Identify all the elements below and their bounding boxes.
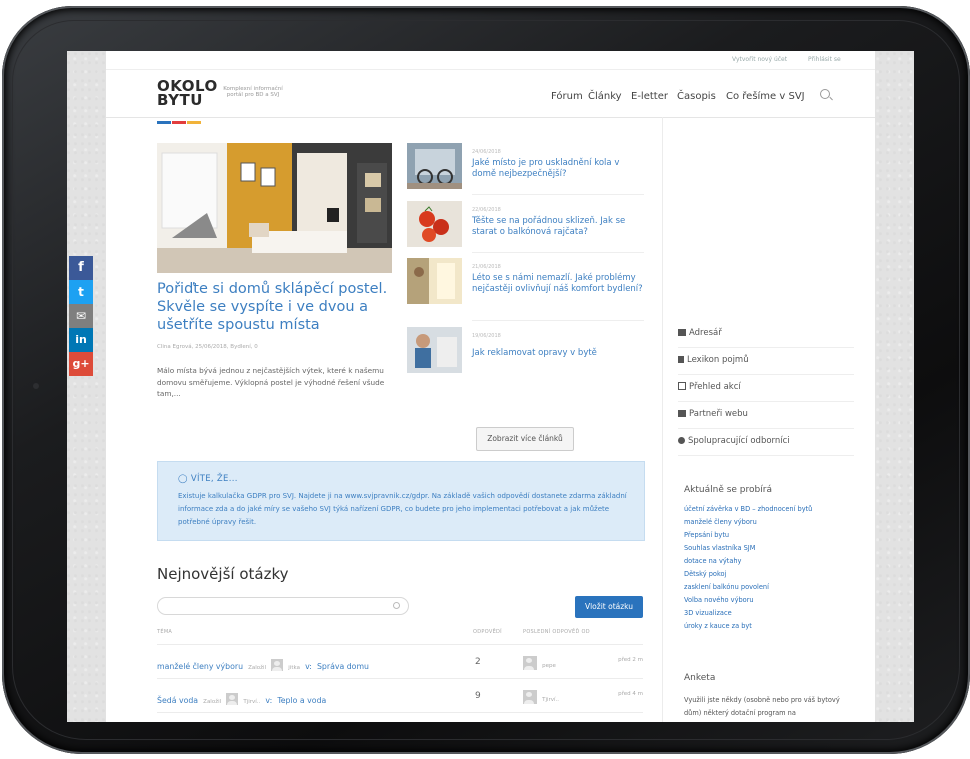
logo-stripes bbox=[157, 109, 205, 124]
email-icon[interactable]: ✉ bbox=[69, 304, 93, 328]
tablet-camera bbox=[33, 383, 39, 389]
featured-meta: Clina Egrová, 25/06/2018, Bydlení, 0 bbox=[157, 344, 258, 350]
nav-articles[interactable]: Články bbox=[588, 91, 622, 102]
check-circle-icon bbox=[678, 437, 685, 444]
trending-link[interactable]: Dětský pokoj bbox=[684, 568, 726, 580]
did-you-know-box: ◯ VÍTE, ŽE... Existuje kalkulačka GDPR p… bbox=[157, 461, 645, 541]
trending-link[interactable]: Souhlas vlastníka SJM bbox=[684, 542, 755, 554]
article-thumbnail bbox=[407, 143, 462, 189]
site-header: OKOLO BYTU Komplexní informační portál p… bbox=[106, 69, 875, 124]
answers-count: 2 bbox=[475, 657, 481, 667]
book-icon bbox=[678, 329, 686, 336]
featured-excerpt: Málo místa bývá jednou z nejčastějších v… bbox=[157, 366, 385, 398]
trending-link[interactable]: účetní závěrka v BD – zhodnocení bytů bbox=[684, 503, 812, 515]
avatar bbox=[226, 692, 239, 705]
question-topic[interactable]: manželé členy výboru bbox=[157, 662, 243, 671]
question-forum[interactable]: Teplo a voda bbox=[277, 696, 326, 705]
briefcase-icon bbox=[678, 410, 686, 417]
nav-eletter[interactable]: E-letter bbox=[631, 91, 668, 102]
poll-title: Anketa bbox=[684, 673, 716, 683]
questions-search-input[interactable] bbox=[157, 597, 409, 615]
sidebar-item-events[interactable]: Přehled akcí bbox=[678, 374, 854, 402]
search-icon bbox=[393, 602, 400, 609]
article-date: 24/06/2018 bbox=[472, 149, 501, 155]
article-date: 22/06/2018 bbox=[472, 207, 501, 213]
poll-question: Využili jste někdy (osobně nebo pro váš … bbox=[684, 696, 840, 717]
linkedin-icon[interactable]: in bbox=[69, 328, 93, 352]
more-articles-button[interactable]: Zobrazit více článků bbox=[476, 427, 574, 451]
article-title[interactable]: Jak reklamovat opravy v bytě bbox=[472, 348, 644, 359]
question-forum[interactable]: Správa domu bbox=[317, 662, 369, 671]
avatar bbox=[271, 658, 284, 671]
googleplus-icon[interactable]: g+ bbox=[69, 352, 93, 376]
top-bar: Vytvořit nový účet Přihlásit se bbox=[106, 51, 875, 70]
web-page: Vytvořit nový účet Přihlásit se OKOLO BY… bbox=[106, 51, 875, 722]
sidebar-item-experts[interactable]: Spolupracující odborníci bbox=[678, 428, 854, 456]
article-title[interactable]: Těšte se na pořádnou sklizeň. Jak se sta… bbox=[472, 216, 644, 238]
trending-link[interactable]: Volba nového výboru bbox=[684, 594, 754, 606]
sidebar-item-partners[interactable]: Partneři webu bbox=[678, 401, 854, 429]
trending-link[interactable]: zasklení balkónu povolení bbox=[684, 581, 769, 593]
search-icon[interactable] bbox=[820, 89, 830, 99]
answers-count: 9 bbox=[475, 691, 481, 701]
article-thumbnail bbox=[407, 258, 462, 304]
avatar bbox=[523, 689, 537, 704]
column-answers: ODPOVĚDÍ bbox=[473, 629, 502, 635]
nav-forum[interactable]: Fórum bbox=[551, 91, 583, 102]
questions-title: Nejnovější otázky bbox=[157, 565, 289, 583]
column-topic: TÉMA bbox=[157, 629, 173, 635]
bookmark-icon bbox=[678, 356, 684, 363]
sidebar-item-glossary[interactable]: Lexikon pojmů bbox=[678, 347, 854, 375]
question-topic[interactable]: Šedá voda bbox=[157, 696, 198, 705]
nav-magazine[interactable]: Časopis bbox=[677, 91, 716, 102]
trending-link[interactable]: úroky z kauce za byt bbox=[684, 620, 752, 632]
login-link[interactable]: Přihlásit se bbox=[808, 56, 841, 63]
article-date: 19/06/2018 bbox=[472, 333, 501, 339]
tablet-screen: f t ✉ in g+ Vytvořit nový účet Přihlásit… bbox=[67, 51, 914, 722]
twitter-icon[interactable]: t bbox=[69, 280, 93, 304]
site-tagline: Komplexní informační portál pro BD a SVJ bbox=[223, 86, 283, 98]
trending-title: Aktuálně se probírá bbox=[684, 485, 772, 495]
trending-link[interactable]: dotace na výtahy bbox=[684, 555, 741, 567]
article-date: 21/06/2018 bbox=[472, 264, 501, 270]
sidebar-item-directory[interactable]: Adresář bbox=[678, 320, 854, 348]
calendar-icon bbox=[678, 382, 686, 390]
lightbulb-icon: ◯ bbox=[178, 474, 188, 484]
featured-title[interactable]: Pořiďte si domů sklápěcí postel. Skvěle … bbox=[157, 280, 397, 334]
site-logo[interactable]: OKOLO BYTU bbox=[157, 79, 218, 108]
did-you-know-title: ◯ VÍTE, ŽE... bbox=[178, 474, 238, 484]
article-thumbnail bbox=[407, 201, 462, 247]
facebook-icon[interactable]: f bbox=[69, 256, 93, 280]
column-last-reply: POSLEDNÍ ODPOVĚĎ OD bbox=[523, 629, 590, 635]
did-you-know-text: Existuje kalkulačka GDPR pro SVJ. Najdet… bbox=[178, 492, 627, 526]
trending-link[interactable]: Přepsání bytu bbox=[684, 529, 729, 541]
register-link[interactable]: Vytvořit nový účet bbox=[732, 56, 787, 63]
ask-question-button[interactable]: Vložit otázku bbox=[575, 596, 643, 618]
trending-link[interactable]: manželé členy výboru bbox=[684, 516, 757, 528]
featured-image[interactable] bbox=[157, 143, 392, 273]
avatar bbox=[523, 655, 537, 670]
article-title[interactable]: Jaké místo je pro uskladnění kola v domě… bbox=[472, 158, 644, 180]
sidebar-divider bbox=[662, 117, 663, 722]
article-title[interactable]: Léto se s námi nemazlí. Jaké problémy ne… bbox=[472, 273, 644, 295]
table-row[interactable]: Šedá voda Založil Tjirví.. v: Teplo a vo… bbox=[157, 683, 643, 705]
trending-link[interactable]: 3D vizualizace bbox=[684, 607, 732, 619]
nav-svj[interactable]: Co řešíme v SVJ bbox=[726, 91, 805, 102]
article-thumbnail bbox=[407, 327, 462, 373]
table-row[interactable]: manželé členy výboru Založil jitka v: Sp… bbox=[157, 649, 643, 671]
